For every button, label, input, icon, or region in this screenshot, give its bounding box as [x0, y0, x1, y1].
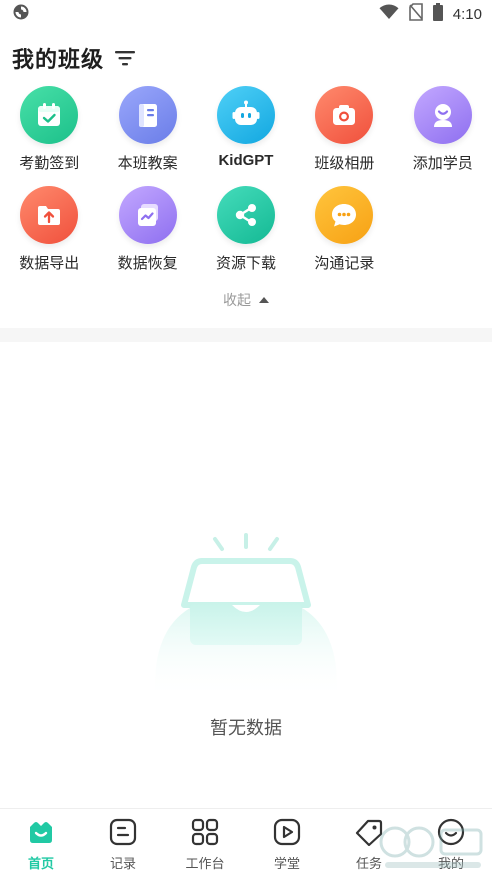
- grid-item-label: 班级相册: [314, 154, 375, 172]
- grid-item-album[interactable]: 班级相册: [295, 86, 393, 186]
- sync-icon: [12, 3, 30, 25]
- section-divider: [0, 328, 492, 342]
- share-nodes-icon: [216, 186, 275, 244]
- video-play-icon: [272, 818, 302, 850]
- feature-grid: 考勤签到 本班教案 KidGPT 班级相册 添加学员 数据导出 数据恢复 资源下…: [0, 86, 492, 286]
- watermark-logo: [375, 818, 490, 874]
- grid-item-label: 数据导出: [19, 254, 80, 272]
- grid-item-label: 资源下载: [215, 254, 276, 272]
- grid-item-lesson-plan[interactable]: 本班教案: [98, 86, 196, 186]
- empty-state-text: 暂无数据: [210, 718, 282, 739]
- grid-item-kidgpt[interactable]: KidGPT: [197, 86, 295, 186]
- grid-item-label: 考勤签到: [19, 154, 80, 172]
- battery-icon: [432, 3, 443, 25]
- lesson-plan-book-icon: [118, 86, 177, 144]
- class-header: 我的班级: [12, 40, 136, 76]
- chat-bubble-icon: [315, 186, 374, 244]
- grid-item-label: KidGPT: [218, 152, 274, 169]
- nav-label: 学堂: [273, 857, 300, 872]
- grid-item-communication[interactable]: 沟通记录: [295, 186, 393, 286]
- no-sim-icon: [408, 3, 423, 25]
- nav-label: 首页: [27, 857, 54, 872]
- data-recovery-icon: [118, 186, 177, 244]
- grid-item-label: 本班教案: [117, 154, 178, 172]
- grid-item-label: 数据恢复: [117, 254, 178, 272]
- nav-home[interactable]: 首页: [0, 809, 82, 876]
- status-bar: 4:10: [0, 0, 492, 28]
- grid-item-data-recovery[interactable]: 数据恢复: [98, 186, 196, 286]
- nav-label: 记录: [109, 857, 136, 872]
- grid-item-label: 添加学员: [412, 154, 473, 172]
- nav-workbench[interactable]: 工作台: [164, 809, 246, 876]
- status-time: 4:10: [452, 5, 482, 23]
- attendance-calendar-icon: [20, 86, 79, 144]
- nav-school[interactable]: 学堂: [246, 809, 328, 876]
- collapse-label: 收起: [223, 293, 251, 309]
- collapse-toggle[interactable]: 收起: [0, 290, 492, 310]
- filter-icon[interactable]: [114, 49, 136, 67]
- grid-item-label: 沟通记录: [314, 254, 375, 272]
- home-icon: [26, 818, 56, 850]
- add-student-icon: [413, 86, 472, 144]
- camera-icon: [315, 86, 374, 144]
- nav-label: 工作台: [185, 857, 225, 872]
- workbench-grid-icon: [190, 818, 220, 850]
- wifi-icon: [379, 4, 399, 24]
- robot-icon: [216, 86, 275, 144]
- nav-record[interactable]: 记录: [82, 809, 164, 876]
- data-export-folder-icon: [20, 186, 79, 244]
- grid-item-add-student[interactable]: 添加学员: [394, 86, 492, 186]
- record-icon: [108, 818, 138, 850]
- grid-item-attendance[interactable]: 考勤签到: [0, 86, 98, 186]
- grid-item-data-export[interactable]: 数据导出: [0, 186, 98, 286]
- page-title: 我的班级: [12, 48, 105, 73]
- caret-up-icon: [259, 297, 269, 303]
- grid-item-resource-download[interactable]: 资源下载: [197, 186, 295, 286]
